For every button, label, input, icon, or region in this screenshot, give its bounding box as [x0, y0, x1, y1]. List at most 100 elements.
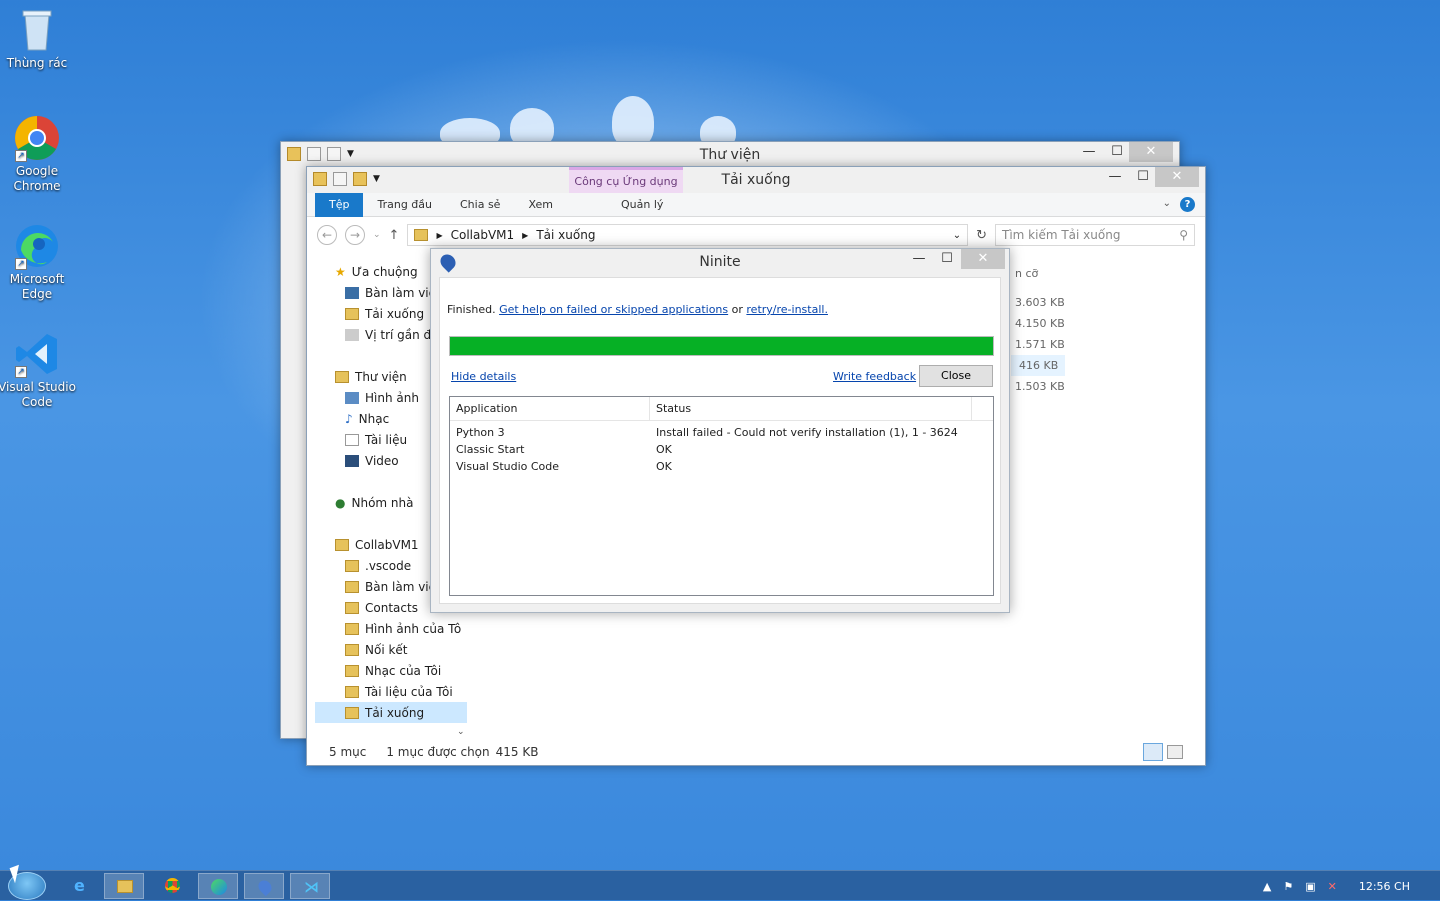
app-cell: Visual Studio Code	[456, 460, 560, 473]
back-button[interactable]: ←	[317, 225, 337, 245]
network-icon[interactable]: ▣	[1305, 880, 1315, 893]
minimize-button[interactable]: —	[1101, 167, 1129, 187]
nav-label: Nối kết	[365, 642, 408, 657]
expand-ribbon-icon[interactable]: ⌄	[1163, 198, 1171, 209]
forward-button[interactable]: →	[345, 225, 365, 245]
table-row[interactable]: Classic Start OK	[450, 441, 993, 458]
table-row[interactable]: Python 3 Install failed - Could not verif…	[450, 424, 993, 441]
library-titlebar[interactable]: ▼ Thư viện — ☐ ✕	[281, 142, 1179, 168]
breadcrumb-item[interactable]: CollabVM1	[451, 228, 515, 242]
desktop-icon-recycle-bin[interactable]: Thùng rác	[0, 6, 76, 71]
nav-item[interactable]: Nối kết	[315, 639, 467, 660]
status-cell: OK	[656, 460, 672, 473]
size-cell: 1.571 KB	[1015, 338, 1065, 351]
close-button[interactable]: ✕	[1129, 142, 1173, 162]
hide-details-link[interactable]: Hide details	[451, 370, 516, 383]
taskbar-chrome[interactable]	[152, 873, 192, 899]
search-input[interactable]: Tìm kiếm Tải xuống ⚲	[995, 224, 1195, 246]
search-placeholder: Tìm kiếm Tải xuống	[1002, 228, 1121, 242]
refresh-icon[interactable]: ↻	[976, 228, 987, 243]
taskbar-ninite[interactable]	[244, 873, 284, 899]
column-header-status[interactable]: Status	[650, 396, 972, 421]
taskbar: e ⋊ ▲ ⚑ ▣ ✕ 12:56 CH	[0, 870, 1440, 900]
folder-icon	[345, 706, 359, 719]
nav-label: Tải xuống	[365, 306, 425, 321]
explorer-title: Tải xuống	[721, 172, 791, 188]
chevron-right-icon: ▶	[436, 230, 443, 240]
maximize-button[interactable]: ☐	[1129, 167, 1157, 187]
item-count: 5 mục	[329, 745, 367, 759]
large-icons-view-button[interactable]	[1167, 745, 1183, 759]
address-bar[interactable]: ▶ CollabVM1 ▶ Tải xuống ⌄	[407, 224, 969, 246]
finished-message: Finished. Get help on failed or skipped …	[447, 303, 828, 316]
recycle-bin-icon	[13, 6, 61, 54]
breadcrumb-item[interactable]: Tải xuống	[536, 228, 595, 242]
show-hidden-icons-icon[interactable]: ▲	[1263, 880, 1271, 893]
size-cell: 4.150 KB	[1015, 317, 1065, 330]
taskbar-vscode[interactable]: ⋊	[290, 873, 330, 899]
size-cell: 1.503 KB	[1015, 380, 1065, 393]
or-label: or	[731, 303, 743, 316]
vscode-icon: ↗	[13, 330, 61, 378]
nav-item[interactable]: Tài liệu của Tôi	[315, 681, 467, 702]
tab-home[interactable]: Trang đầu	[363, 193, 446, 217]
folder-icon	[345, 643, 359, 656]
desktop-icon-chrome[interactable]: ↗ Google Chrome	[0, 114, 76, 194]
minimize-button[interactable]: —	[905, 249, 933, 269]
ninite-titlebar[interactable]: Ninite — ☐ ✕	[431, 249, 1009, 275]
explorer-titlebar[interactable]: ▼ Công cụ Ứng dụng Tải xuống — ☐ ✕	[307, 167, 1205, 195]
chevron-right-icon: ▶	[522, 230, 529, 240]
details-view-button[interactable]	[1143, 743, 1163, 761]
clock[interactable]: 12:56 CH	[1359, 880, 1410, 893]
system-tray: ▲ ⚑ ▣ ✕ 12:56 CH	[1263, 871, 1410, 901]
folder-icon	[345, 580, 359, 593]
status-cell: Install failed - Could not verify instal…	[656, 426, 958, 439]
folder-icon	[345, 559, 359, 572]
maximize-button[interactable]: ☐	[1103, 142, 1131, 162]
taskbar-edge[interactable]	[198, 873, 238, 899]
write-feedback-link[interactable]: Write feedback	[833, 370, 916, 383]
nav-item-selected[interactable]: Tải xuống	[315, 702, 467, 723]
selection-info: 1 mục được chọn	[386, 745, 490, 759]
action-center-flag-icon[interactable]: ⚑	[1283, 880, 1293, 893]
maximize-button[interactable]: ☐	[933, 249, 961, 269]
vscode-icon: ⋊	[304, 878, 319, 896]
close-button[interactable]: ✕	[961, 249, 1005, 269]
video-icon	[345, 454, 359, 467]
minimize-button[interactable]: —	[1075, 142, 1103, 162]
chevron-down-icon[interactable]: ⌄	[953, 230, 961, 241]
tab-view[interactable]: Xem	[514, 193, 567, 217]
size-column: n cỡ 3.603 KB 4.150 KB 1.571 KB 416 KB 1…	[1011, 263, 1065, 397]
up-button[interactable]: ↑	[389, 228, 400, 243]
desktop-icon-vscode[interactable]: ↗ Visual Studio Code	[0, 330, 76, 410]
folder-icon	[345, 685, 359, 698]
help-link[interactable]: Get help on failed or skipped applicatio…	[499, 303, 728, 316]
taskbar-ie[interactable]: e	[62, 873, 102, 899]
scroll-down-icon[interactable]: ⌄	[457, 727, 465, 737]
ninite-dialog[interactable]: Ninite — ☐ ✕ Finished. Get help on faile…	[430, 248, 1010, 613]
nav-item[interactable]: Nhạc của Tôi	[315, 660, 467, 681]
tab-file[interactable]: Tệp	[315, 192, 364, 217]
tab-share[interactable]: Chia sẻ	[446, 193, 514, 217]
size-header[interactable]: n cỡ	[1015, 263, 1065, 284]
desktop-icon-edge[interactable]: ↗ Microsoft Edge	[0, 222, 76, 302]
chrome-icon	[165, 878, 180, 893]
nav-item[interactable]: Hình ảnh của Tô	[315, 618, 467, 639]
volume-muted-icon[interactable]: ✕	[1328, 880, 1337, 893]
retry-link[interactable]: retry/re-install.	[746, 303, 828, 316]
edge-icon: ↗	[13, 222, 61, 270]
desktop-icon-label: Visual Studio Code	[0, 380, 76, 409]
app-cell: Python 3	[456, 426, 505, 439]
recent-locations-icon[interactable]: ⌄	[373, 230, 381, 240]
nav-label: Video	[365, 453, 399, 468]
close-dialog-button[interactable]: Close	[919, 365, 993, 387]
desktop-icon-label: Microsoft Edge	[9, 272, 65, 301]
help-icon[interactable]: ?	[1180, 197, 1195, 212]
taskbar-explorer[interactable]	[104, 873, 144, 899]
tab-manage[interactable]: Quản lý	[607, 193, 677, 217]
table-row[interactable]: Visual Studio Code OK	[450, 458, 993, 475]
column-header-application[interactable]: Application	[450, 396, 650, 421]
nav-label: Nhạc của Tôi	[365, 663, 442, 678]
close-button[interactable]: ✕	[1155, 167, 1199, 187]
desktop-icon-label: Thùng rác	[6, 56, 68, 70]
